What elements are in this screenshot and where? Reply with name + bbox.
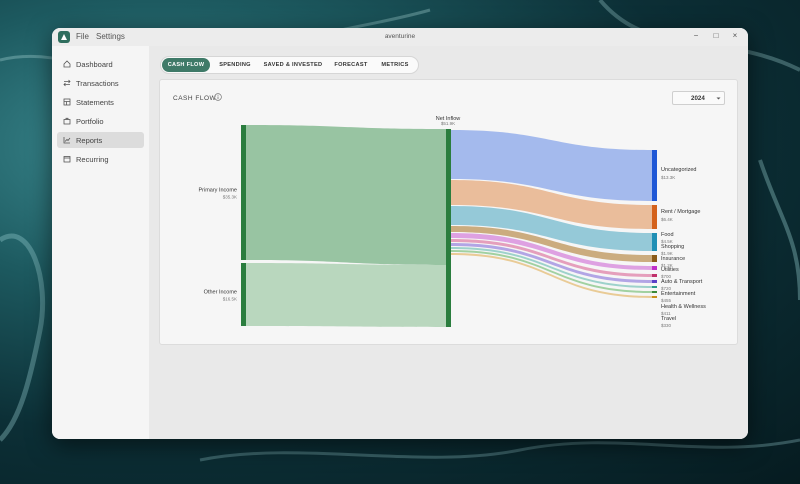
sankey-target-label: Travel: [661, 316, 676, 322]
sankey-target-label: Food: [661, 232, 674, 238]
transfer-icon: [63, 79, 71, 87]
sankey-target-value: $455: [661, 298, 672, 303]
sidebar-item-label: Statements: [76, 97, 114, 107]
sankey-node-auto-transport: [652, 280, 657, 283]
sidebar-item-label: Reports: [76, 135, 103, 145]
sankey-node-shopping: [652, 255, 657, 262]
sidebar-item-label: Dashboard: [76, 59, 113, 69]
tab-saved-invested[interactable]: SAVED & INVESTED: [260, 58, 326, 72]
sankey-node-rent-mortgage: [652, 205, 657, 229]
maximize-button[interactable]: □: [709, 31, 723, 40]
sankey-source-label: Other Income: [204, 290, 237, 296]
report-tabs: CASH FLOW SPENDING SAVED & INVESTED FORE…: [160, 56, 419, 74]
sidebar-item-reports[interactable]: Reports: [57, 132, 144, 148]
sankey-target-label: Auto & Transport: [661, 279, 703, 285]
sidebar-item-label: Recurring: [76, 154, 109, 164]
sidebar-item-statements[interactable]: Statements: [57, 94, 144, 110]
sankey-target-label: Utilities: [661, 267, 679, 273]
sidebar: Dashboard Transactions Statements Portfo…: [52, 46, 149, 439]
tab-metrics[interactable]: METRICS: [376, 58, 414, 72]
sankey-node-source: [241, 263, 246, 326]
sidebar-item-recurring[interactable]: Recurring: [57, 151, 144, 167]
sankey-node-entertainment: [652, 286, 657, 288]
sankey-node-source: [241, 125, 246, 260]
sankey-target-value: $330: [661, 323, 672, 328]
app-window: File Settings aventurine − □ × Dashboard…: [52, 28, 748, 439]
sankey-target-value: $13.3K: [661, 175, 675, 180]
sankey-source-label: Primary Income: [198, 188, 237, 194]
sankey-source-value: $16.5K: [223, 297, 237, 302]
minimize-button[interactable]: −: [689, 31, 703, 40]
sankey-node-uncategorized: [652, 150, 657, 201]
main-content: CASH FLOW SPENDING SAVED & INVESTED FORE…: [149, 46, 748, 439]
home-icon: [63, 60, 71, 68]
sidebar-item-label: Transactions: [76, 78, 119, 88]
sankey-source-value: $35.3K: [223, 195, 237, 200]
sankey-link-other-income: [246, 263, 446, 327]
sankey-node-insurance: [652, 266, 657, 270]
sankey-target-label: Entertainment: [661, 291, 696, 297]
sidebar-item-transactions[interactable]: Transactions: [57, 75, 144, 91]
chart-icon: [63, 137, 71, 144]
sankey-node-health-wellness: [652, 291, 657, 293]
sidebar-item-portfolio[interactable]: Portfolio: [57, 113, 144, 129]
sidebar-item-label: Portfolio: [76, 116, 104, 126]
tab-forecast[interactable]: FORECAST: [329, 58, 373, 72]
sankey-target-value: $6.4K: [661, 217, 673, 222]
portfolio-icon: [63, 117, 71, 125]
sankey-node-travel: [652, 296, 657, 298]
tab-spending[interactable]: SPENDING: [213, 58, 257, 72]
window-title: aventurine: [384, 33, 416, 40]
close-button[interactable]: ×: [728, 31, 742, 40]
tab-cash-flow[interactable]: CASH FLOW: [162, 58, 210, 72]
recurring-icon: [63, 156, 71, 163]
sankey-link-primary-income: [246, 125, 446, 265]
title-bar: File Settings aventurine − □ ×: [52, 28, 748, 46]
sankey-target-label: Uncategorized: [661, 167, 696, 173]
sankey-hub-value: $51.9K: [441, 121, 455, 126]
sankey-node-hub: [446, 129, 451, 327]
sankey-target-label: Health & Wellness: [661, 304, 706, 310]
sankey-target-label: Insurance: [661, 256, 685, 262]
sankey-node-food: [652, 233, 657, 251]
sankey-node-utilities: [652, 274, 657, 277]
sankey-target-label: Shopping: [661, 244, 684, 250]
document-icon: [63, 98, 71, 106]
cash-flow-card: CASH FLOW 2024 Primary Income $35.3K Other…: [159, 79, 738, 345]
cash-flow-sankey: Primary Income$35.3KOther Income$16.5KNe…: [198, 116, 706, 328]
sankey-target-label: Rent / Mortgage: [661, 209, 700, 215]
sidebar-item-dashboard[interactable]: Dashboard: [57, 56, 144, 72]
